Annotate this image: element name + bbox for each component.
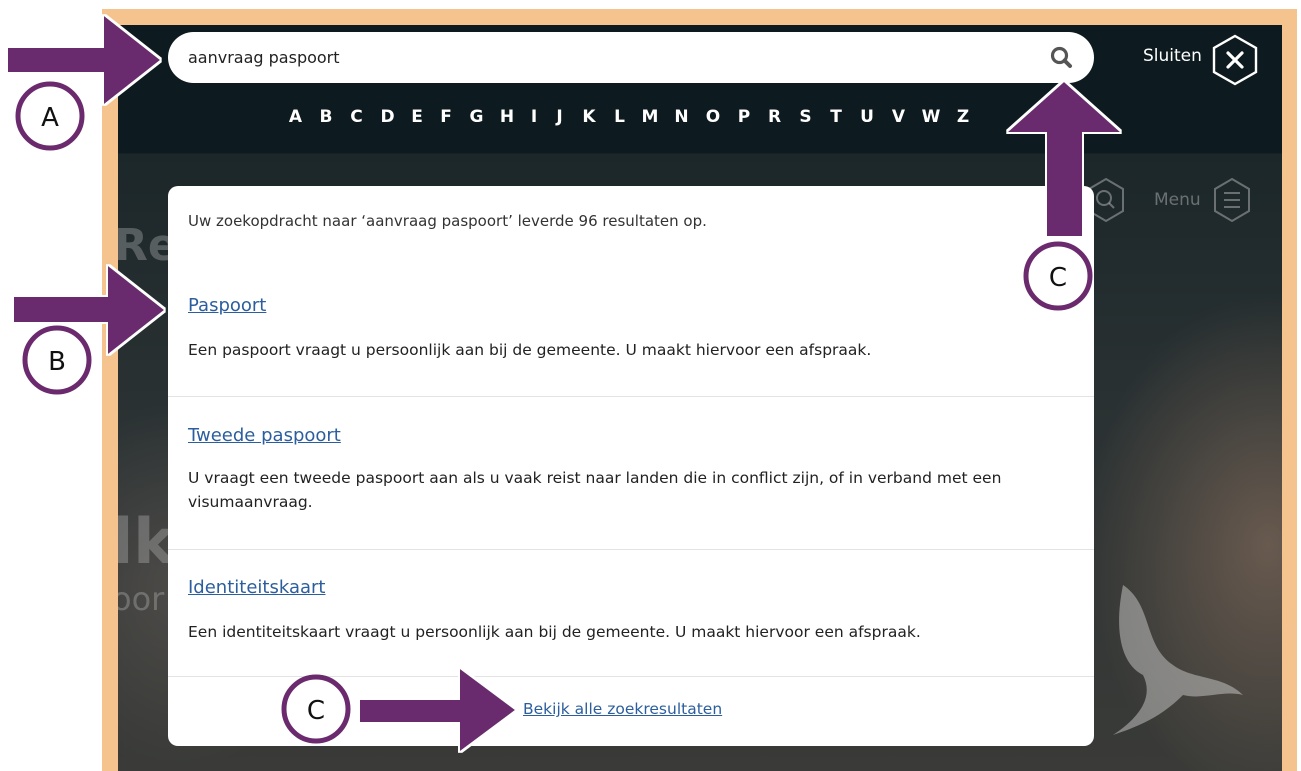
alphabet-letter-d[interactable]: D — [372, 107, 403, 131]
alphabet-letter-g[interactable]: G — [461, 107, 492, 131]
close-icon[interactable] — [1211, 34, 1259, 86]
alphabet-letter-i[interactable]: I — [522, 107, 546, 131]
search-input[interactable] — [188, 32, 1028, 83]
see-all-results-link[interactable]: Bekijk alle zoekresultaten — [523, 700, 722, 718]
result-description: U vraagt een tweede paspoort aan als u v… — [188, 469, 1002, 511]
badge-b-label: B — [48, 347, 66, 377]
alphabet-letter-n[interactable]: N — [666, 107, 697, 131]
eagle-emblem — [1113, 585, 1243, 735]
search-icon[interactable] — [1048, 44, 1076, 72]
alphabet-letter-k[interactable]: K — [573, 107, 605, 131]
results-summary: Uw zoekopdracht naar ‘aanvraag paspoort’… — [188, 212, 707, 230]
alphabet-letter-m[interactable]: M — [634, 107, 666, 131]
alphabet-letter-e[interactable]: E — [403, 107, 431, 131]
alphabet-letter-o[interactable]: O — [697, 107, 729, 131]
alphabet-letter-a[interactable]: A — [280, 107, 311, 131]
alphabet-letter-h[interactable]: H — [492, 107, 522, 131]
alphabet-letter-v[interactable]: V — [883, 107, 914, 131]
alphabet-letter-p[interactable]: P — [729, 107, 759, 131]
background-hero-text: lk — [118, 505, 175, 578]
alphabet-letter-t[interactable]: T — [821, 107, 851, 131]
hamburger-icon[interactable] — [1212, 177, 1252, 223]
alphabet-letter-c[interactable]: C — [341, 107, 372, 131]
result-link[interactable]: Tweede paspoort — [188, 425, 341, 446]
result-item: Paspoort Een paspoort vraagt u persoonli… — [168, 281, 1094, 397]
alphabet-letter-r[interactable]: R — [759, 107, 790, 131]
background-hero-subtext: oor — [118, 580, 165, 618]
alphabet-letter-w[interactable]: W — [914, 107, 948, 131]
result-link[interactable]: Identiteitskaart — [188, 577, 325, 598]
badge-b: B — [22, 325, 92, 395]
alphabet-letter-s[interactable]: S — [790, 107, 821, 131]
alphabet-letter-b[interactable]: B — [311, 107, 341, 131]
result-item: Tweede paspoort U vraagt een tweede pasp… — [168, 396, 1094, 550]
alphabet-letter-l[interactable]: L — [605, 107, 634, 131]
close-label[interactable]: Sluiten — [1143, 46, 1202, 66]
search-box — [168, 32, 1094, 83]
alphabet-letter-z[interactable]: Z — [948, 107, 978, 131]
search-results-panel: Uw zoekopdracht naar ‘aanvraag paspoort’… — [168, 186, 1094, 746]
badge-a: A — [15, 81, 85, 151]
alphabet-index: ABCDEFGHIJKLMNOPRSTUVWZ — [280, 107, 1000, 131]
result-description: Een paspoort vraagt u persoonlijk aan bi… — [188, 341, 872, 359]
result-item: Identiteitskaart Een identiteitskaart vr… — [168, 549, 1094, 677]
menu-label[interactable]: Menu — [1154, 190, 1201, 210]
alphabet-letter-j[interactable]: J — [546, 107, 573, 131]
result-link[interactable]: Paspoort — [188, 295, 266, 316]
result-description: Een identiteitskaart vraagt u persoonlij… — [188, 623, 921, 641]
alphabet-letter-u[interactable]: U — [851, 107, 883, 131]
alphabet-letter-f[interactable]: F — [431, 107, 461, 131]
badge-a-label: A — [41, 103, 59, 133]
